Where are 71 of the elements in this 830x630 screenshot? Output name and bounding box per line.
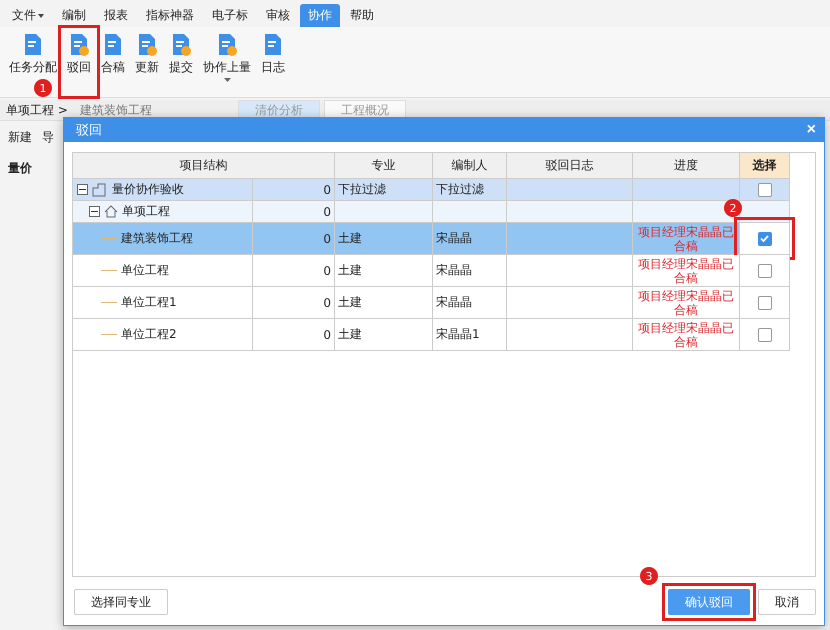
table-cell: 土建 [335, 287, 433, 319]
table-cell: 宋晶晶 [433, 287, 507, 319]
column-header: 编制人 [433, 153, 507, 179]
menu-item[interactable]: 编制 [54, 4, 94, 27]
toolbar-button[interactable]: 更新 [132, 31, 162, 93]
document-icon [216, 33, 238, 57]
dialog-title: 驳回 [76, 122, 102, 139]
step-badge: 1 [34, 79, 52, 97]
select-checkbox[interactable] [758, 182, 772, 196]
progress-status: 项目经理宋晶晶已合稿 [637, 224, 735, 252]
side-toolbar-item[interactable]: 导 [42, 129, 54, 146]
toolbar-button[interactable]: 合稿 [98, 31, 128, 93]
column-header: 进度 [633, 153, 740, 179]
toolbar-button[interactable]: 驳回 [64, 31, 94, 93]
collapse-icon[interactable] [77, 184, 88, 195]
table-cell: 0 [253, 319, 335, 351]
breadcrumb: 单项工程 > [5, 102, 69, 118]
select-checkbox[interactable] [758, 232, 772, 246]
menu-item[interactable]: 报表 [96, 4, 136, 27]
table-cell: 宋晶晶 [433, 255, 507, 287]
document-icon [22, 33, 44, 57]
select-checkbox[interactable] [758, 264, 772, 278]
column-header: 项目结构 [73, 153, 335, 179]
button[interactable]: 选择同专业 [74, 589, 168, 615]
table-cell: 0 [253, 201, 335, 223]
collapse-icon[interactable] [89, 206, 100, 217]
breadcrumb-current: 建筑装饰工程 [78, 102, 153, 118]
menu-item[interactable]: 帮助 [342, 4, 382, 27]
column-header: 专业 [335, 153, 433, 179]
menu-item[interactable]: 电子标 [204, 4, 256, 27]
menu-item[interactable]: 审核 [258, 4, 298, 27]
tree-cell[interactable]: 单位工程 [73, 255, 253, 287]
table-cell: 土建 [335, 255, 433, 287]
document-icon [136, 33, 158, 57]
menu-item[interactable]: 文件 [4, 4, 52, 27]
menu-item[interactable]: 指标神器 [138, 4, 202, 27]
toolbar-button[interactable]: 提交 [166, 31, 196, 93]
side-toolbar-item[interactable]: 新建 [8, 129, 32, 146]
table-cell: 土建 [335, 223, 433, 255]
document-icon [262, 33, 284, 57]
tree-cell[interactable]: 量价协作验收 [73, 179, 253, 201]
progress-status: 项目经理宋晶晶已合稿 [637, 288, 735, 316]
tree-cell[interactable]: 单位工程2 [73, 319, 253, 351]
table-cell: 0 [253, 179, 335, 201]
home-icon [104, 205, 118, 218]
select-checkbox[interactable] [758, 296, 772, 310]
table-cell: 0 [253, 223, 335, 255]
table-cell: 下拉过滤 [335, 179, 433, 201]
column-header: 驳回日志 [507, 153, 633, 179]
cancel-button[interactable]: 取消 [758, 589, 816, 615]
select-checkbox[interactable] [758, 328, 772, 342]
table-cell: 宋晶晶 [433, 223, 507, 255]
building-icon [92, 182, 108, 196]
document-icon [170, 33, 192, 57]
table-cell: 宋晶晶1 [433, 319, 507, 351]
tree-cell[interactable]: 建筑装饰工程 [73, 223, 253, 255]
tree-cell[interactable]: 单项工程 [73, 201, 253, 223]
progress-status: 项目经理宋晶晶已合稿 [637, 256, 735, 284]
step-badge: 3 [640, 567, 658, 585]
table-cell: 土建 [335, 319, 433, 351]
document-icon [102, 33, 124, 57]
table-cell: 下拉过滤 [433, 179, 507, 201]
table-cell: 0 [253, 255, 335, 287]
toolbar-button[interactable]: 协作上量 [200, 31, 254, 93]
document-icon [68, 33, 90, 57]
toolbar-button[interactable]: 日志 [258, 31, 288, 93]
tree-item[interactable]: 量价 [8, 160, 32, 177]
tree-cell[interactable]: 单位工程1 [73, 287, 253, 319]
progress-status: 项目经理宋晶晶已合稿 [637, 320, 735, 348]
table-cell: 0 [253, 287, 335, 319]
column-header: 选择 [740, 153, 790, 179]
